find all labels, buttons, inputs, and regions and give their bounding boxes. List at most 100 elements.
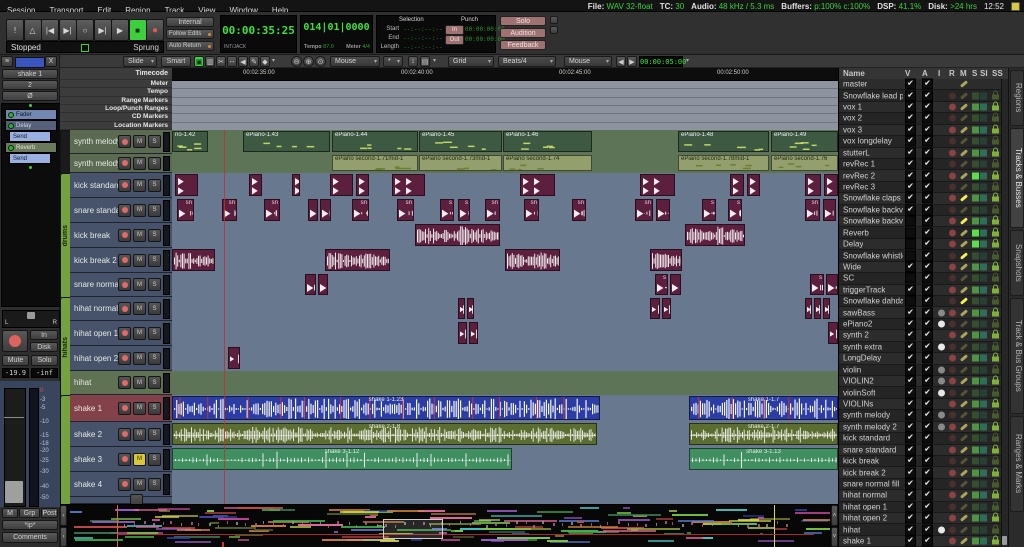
mute-indicator[interactable]	[960, 286, 968, 293]
ruler-row-cd-markers[interactable]	[172, 114, 838, 122]
active-checkbox[interactable]: ✔	[922, 113, 933, 124]
solo-isolate-indicator[interactable]	[980, 241, 987, 248]
solo-indicator[interactable]	[972, 458, 979, 465]
solo-safe-lock-icon[interactable]	[992, 94, 999, 99]
solo-isolate-indicator[interactable]	[980, 138, 987, 145]
region-ePiano-1.48[interactable]: ePiano-1.48	[678, 131, 769, 152]
region-shake-3-1.12[interactable]: shake 3-1.12	[172, 448, 512, 470]
mute-indicator[interactable]	[960, 389, 968, 396]
monitor-disk-button[interactable]: Disk	[30, 342, 58, 352]
region-ePiano-1.44[interactable]: ePiano-1.44	[332, 131, 418, 152]
region[interactable]	[318, 274, 328, 295]
solo-safe-lock-icon[interactable]	[992, 254, 999, 259]
panel-row-stutterL[interactable]: stutterL✔✔	[839, 148, 1002, 159]
track-lane-shake-4[interactable]	[172, 472, 838, 498]
mute-indicator[interactable]	[960, 355, 968, 362]
stretch-tool-button[interactable]: ↔	[227, 56, 237, 67]
panel-row-revRec-2[interactable]: revRec 2✔✔	[839, 170, 1002, 181]
height-options-arrow[interactable]: ▾	[433, 56, 436, 67]
region[interactable]	[325, 249, 390, 271]
panel-row-kick-break-2[interactable]: kick break 2✔✔	[839, 467, 1002, 478]
rec-indicator[interactable]	[949, 263, 956, 270]
solo-safe-lock-icon[interactable]	[992, 277, 999, 282]
track-lane-kick-standard[interactable]	[172, 173, 838, 199]
region-sn[interactable]: sn	[805, 199, 820, 221]
region-ePiano-1.43[interactable]: ePiano-1.43	[243, 131, 330, 152]
visible-checkbox[interactable]: ✔	[905, 330, 916, 341]
group-button[interactable]: Grp	[19, 508, 40, 518]
visible-checkbox[interactable]: ✔	[905, 399, 916, 410]
mute-indicator[interactable]	[960, 537, 968, 544]
mixer-phase-button[interactable]: Ø	[2, 91, 58, 101]
ruler-row-location-markers[interactable]	[172, 123, 838, 130]
solo-safe-lock-icon[interactable]	[992, 471, 999, 476]
processor-led[interactable]	[8, 123, 14, 129]
active-checkbox[interactable]: ✔	[922, 399, 933, 410]
region[interactable]	[685, 224, 745, 246]
region-ePiano-1.45[interactable]: ePiano-1.45	[419, 131, 502, 152]
active-checkbox[interactable]: ✔	[922, 102, 933, 113]
toolbar-collapse-button[interactable]	[550, 16, 558, 24]
solo-indicator[interactable]	[972, 401, 979, 408]
visible-checkbox[interactable]: ✔	[905, 353, 916, 364]
solo-indicator[interactable]	[972, 480, 979, 487]
solo-isolate-indicator[interactable]	[980, 389, 987, 396]
metronome-button[interactable]: △	[24, 19, 42, 41]
track-record-button[interactable]	[118, 254, 131, 267]
mixer-close-button[interactable]: X	[45, 56, 57, 67]
track-mute-button[interactable]: M	[133, 402, 146, 415]
panel-row-snare-standard[interactable]: snare standard✔✔	[839, 445, 1002, 456]
solo-safe-lock-icon[interactable]	[992, 323, 999, 328]
active-checkbox[interactable]: ✔	[922, 79, 933, 90]
active-checkbox[interactable]: ✔	[922, 467, 933, 478]
solo-isolate-indicator[interactable]	[980, 149, 987, 156]
region[interactable]	[824, 174, 838, 196]
active-checkbox[interactable]: ✔	[922, 501, 933, 512]
panel-row-violinSoft[interactable]: violinSoft✔✔	[839, 387, 1002, 398]
visible-checkbox[interactable]: ✔	[905, 467, 916, 478]
region[interactable]	[814, 298, 821, 319]
panel-row-vox-1[interactable]: vox 1✔✔	[839, 102, 1002, 113]
rec-indicator[interactable]	[949, 378, 956, 385]
snap-modifier-select[interactable]: *	[383, 56, 403, 67]
active-checkbox[interactable]: ✔	[922, 353, 933, 364]
sync-source-button[interactable]: Internal	[166, 17, 214, 27]
mute-indicator[interactable]	[960, 138, 968, 145]
solo-indicator[interactable]	[972, 115, 979, 122]
meter-value[interactable]: 4/4	[362, 44, 370, 50]
region-ePiano-second-1.74[interactable]: ePiano second-1.74	[503, 155, 592, 171]
mixer-record-button[interactable]	[2, 330, 28, 352]
mute-indicator[interactable]	[960, 480, 968, 487]
rec-indicator[interactable]	[949, 480, 956, 487]
solo-indicator[interactable]	[972, 538, 979, 545]
region-ePiano-second-1.76[interactable]: ePiano second-1.76	[771, 155, 838, 171]
track-record-button[interactable]	[118, 135, 131, 148]
visible-checkbox[interactable]: ✔	[905, 444, 916, 455]
region[interactable]	[805, 298, 812, 319]
track-mute-button[interactable]: M	[133, 352, 146, 365]
grid-mode-select[interactable]: Grid	[448, 56, 494, 67]
panel-row-Snowflake-whistle[interactable]: Snowflake whistle✔	[839, 250, 1002, 261]
solo-isolate-indicator[interactable]	[980, 206, 987, 213]
processor-fader[interactable]: Fader	[5, 109, 57, 120]
solo-button-strip[interactable]: Solo	[31, 355, 58, 366]
rec-indicator[interactable]	[949, 366, 956, 373]
visible-checkbox[interactable]	[905, 250, 916, 261]
active-checkbox[interactable]: ✔	[922, 376, 933, 387]
solo-button[interactable]: Solo	[500, 16, 546, 26]
visible-checkbox[interactable]: ✔	[905, 376, 916, 387]
region[interactable]	[458, 322, 467, 344]
nudge-backward-button[interactable]: ◀	[616, 56, 626, 67]
region[interactable]	[826, 274, 838, 295]
rec-indicator[interactable]	[949, 184, 956, 191]
track-record-button[interactable]	[118, 157, 131, 170]
track-lane-shake-3[interactable]: shake 3-1.12shake 3-1.13	[172, 447, 838, 473]
comments-button[interactable]: Comments	[2, 532, 58, 543]
region-s[interactable]: s	[810, 274, 824, 295]
track-record-button[interactable]	[118, 453, 131, 466]
active-checkbox[interactable]: ✔	[922, 204, 933, 215]
track-mute-button[interactable]: M	[133, 478, 146, 491]
mute-indicator[interactable]	[960, 160, 968, 167]
solo-safe-lock-icon[interactable]	[992, 163, 999, 168]
region[interactable]	[520, 174, 555, 196]
